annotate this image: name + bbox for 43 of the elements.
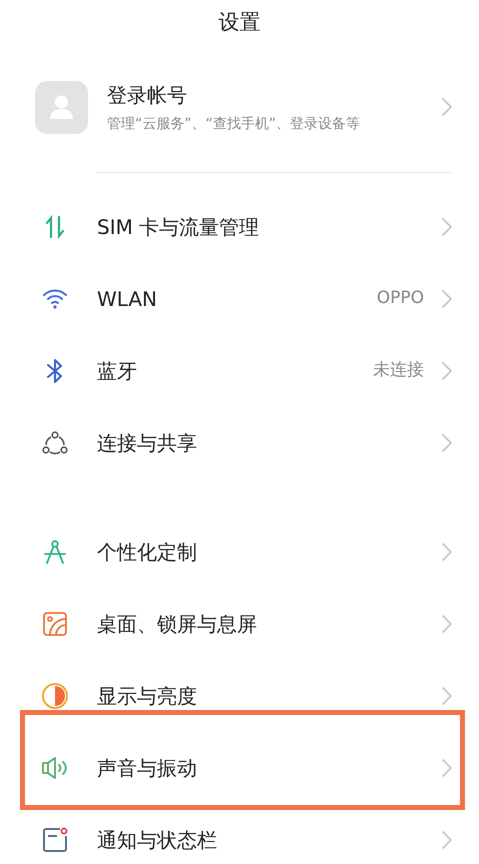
chevron-right-icon [442, 687, 452, 705]
settings-item[interactable]: SIM 卡与流量管理 [0, 191, 479, 263]
item-label: 个性化定制 [97, 539, 198, 566]
chevron-right-icon [442, 218, 452, 236]
settings-item[interactable]: 个性化定制 [0, 516, 479, 588]
wallpaper-icon [42, 611, 68, 637]
item-value: 未连接 [373, 359, 424, 382]
compass-icon [43, 539, 67, 565]
chevron-right-icon [442, 831, 452, 849]
item-value: OPPO [376, 287, 424, 310]
item-label: SIM 卡与流量管理 [97, 214, 260, 241]
item-label: 通知与状态栏 [97, 827, 218, 854]
item-label: WLAN [97, 286, 158, 313]
page-title: 设置 [218, 9, 260, 36]
settings-item[interactable]: 声音与振动 [0, 732, 479, 804]
notification-icon [42, 827, 68, 853]
item-label: 连接与共享 [97, 430, 198, 457]
bluetooth-icon [45, 358, 65, 384]
settings-item[interactable]: 连接与共享 [0, 407, 479, 479]
chevron-right-icon [442, 98, 452, 116]
item-label: 桌面、锁屏与息屏 [97, 611, 258, 638]
account-title: 登录帐号 [107, 82, 188, 108]
share-icon [42, 431, 68, 455]
account-row[interactable]: 登录帐号 管理“云服务”、“查找手机”、登录设备等 [0, 68, 479, 146]
settings-item[interactable]: 显示与亮度 [0, 660, 479, 732]
chevron-right-icon [442, 362, 452, 380]
brightness-icon [41, 682, 69, 710]
chevron-right-icon [442, 543, 452, 561]
chevron-right-icon [442, 615, 452, 633]
speaker-icon [41, 756, 69, 780]
item-label: 显示与亮度 [97, 683, 198, 710]
avatar-icon [35, 80, 88, 134]
wifi-icon [42, 288, 68, 310]
settings-item[interactable]: 通知与状态栏 [0, 804, 479, 864]
item-label: 蓝牙 [97, 358, 138, 385]
chevron-right-icon [442, 434, 452, 452]
account-subtitle: 管理“云服务”、“查找手机”、登录设备等 [107, 114, 362, 134]
settings-item[interactable]: 桌面、锁屏与息屏 [0, 588, 479, 660]
settings-item[interactable]: 蓝牙 未连接 [0, 335, 479, 407]
item-label: 声音与振动 [97, 755, 198, 782]
chevron-right-icon [442, 759, 452, 777]
chevron-right-icon [442, 290, 452, 308]
settings-item[interactable]: WLAN OPPO [0, 263, 479, 335]
